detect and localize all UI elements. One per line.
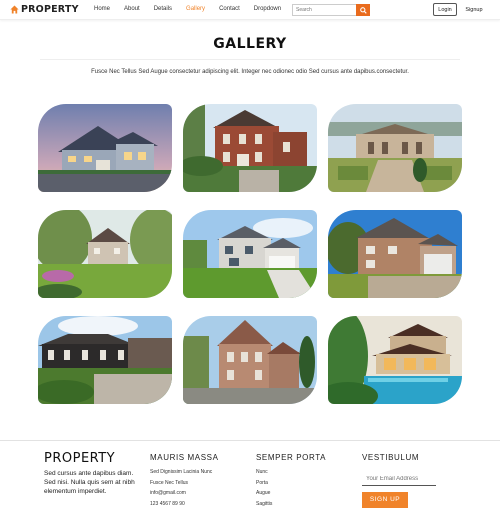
gallery-image-1[interactable]: [38, 104, 172, 192]
nav-item-details[interactable]: Details: [154, 6, 172, 12]
footer-heading-2: SEMPER PORTA: [256, 453, 326, 462]
top-navbar: PROPERTY Home About Details Gallery Cont…: [0, 0, 500, 20]
divider: [40, 59, 460, 60]
nav-item-about[interactable]: About: [124, 6, 140, 12]
footer-line: Sed Dignissim Lacinia Nunc: [150, 467, 219, 478]
gallery-image-6[interactable]: [328, 210, 462, 298]
login-button[interactable]: Login: [433, 3, 457, 16]
footer-newsletter: VESTIBULUM SIGN UP: [362, 453, 436, 508]
gallery-image-7[interactable]: [38, 316, 172, 404]
footer-phone: 123 4567 89 90: [150, 499, 219, 509]
brand-logo[interactable]: PROPERTY: [10, 4, 79, 15]
brand-name: PROPERTY: [21, 4, 79, 15]
newsletter-email-input[interactable]: [362, 474, 436, 486]
footer-link-augue[interactable]: Augue: [256, 488, 326, 499]
footer-link-porta[interactable]: Porta: [256, 478, 326, 489]
footer-heading-3: VESTIBULUM: [362, 453, 436, 462]
search-form: [292, 4, 370, 16]
signup-button[interactable]: Signup: [463, 3, 485, 16]
gallery-image-4[interactable]: [38, 210, 172, 298]
gallery-image-3[interactable]: [328, 104, 462, 192]
footer: PROPERTY Sed cursus ante dapibus diam. S…: [0, 440, 500, 500]
footer-heading-1: MAURIS MASSA: [150, 453, 219, 462]
footer-column-2: SEMPER PORTA Nunc Porta Augue Sagittis: [256, 453, 326, 509]
page-intro: Fusce Nec Tellus Sed Augue consectetur a…: [0, 69, 500, 75]
search-button[interactable]: [356, 4, 370, 16]
page-title: GALLERY: [0, 36, 500, 52]
gallery-image-8[interactable]: [183, 316, 317, 404]
search-icon: [360, 7, 367, 14]
footer-column-1: MAURIS MASSA Sed Dignissim Lacinia Nunc …: [150, 453, 219, 509]
footer-brand: PROPERTY: [44, 451, 144, 466]
gallery-grid: [38, 104, 462, 404]
gallery-image-9[interactable]: [328, 316, 462, 404]
gallery-image-5[interactable]: [183, 210, 317, 298]
nav-item-dropdown[interactable]: Dropdown: [254, 6, 281, 12]
nav-item-gallery[interactable]: Gallery: [186, 6, 205, 12]
gallery-image-2[interactable]: [183, 104, 317, 192]
footer-brand-column: PROPERTY Sed cursus ante dapibus diam. S…: [44, 451, 144, 496]
footer-email-link[interactable]: info@gmail.com: [150, 488, 219, 499]
nav-item-contact[interactable]: Contact: [219, 6, 240, 12]
footer-brand-text: Sed cursus ante dapibus diam. Sed nisi. …: [44, 469, 144, 496]
nav-menu: Home About Details Gallery Contact Dropd…: [94, 6, 295, 12]
footer-link-sagittis[interactable]: Sagittis: [256, 499, 326, 509]
nav-item-home[interactable]: Home: [94, 6, 110, 12]
footer-line: Fusce Nec Tellus: [150, 478, 219, 489]
search-input[interactable]: [292, 4, 356, 16]
footer-link-nunc[interactable]: Nunc: [256, 467, 326, 478]
house-icon: [10, 5, 19, 14]
